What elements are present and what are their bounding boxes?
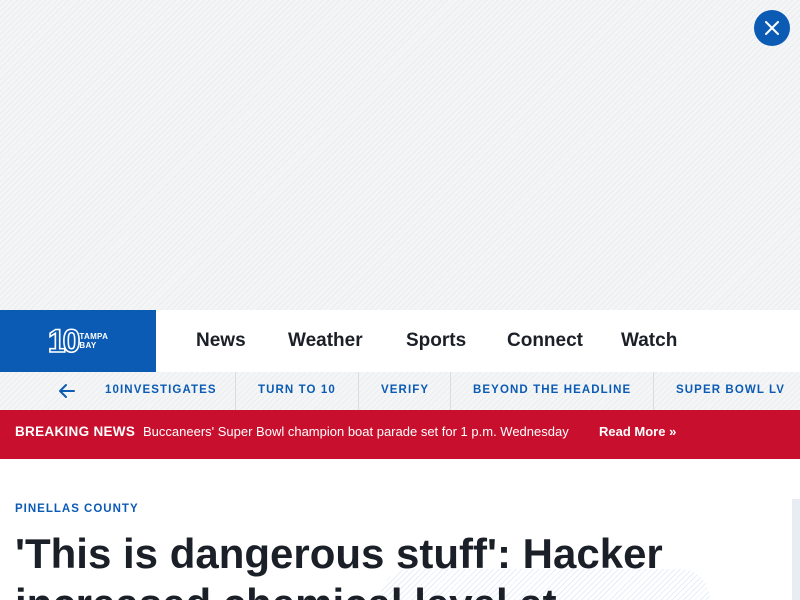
article-headline: 'This is dangerous stuff': Hacker increa… xyxy=(15,530,663,600)
site-header: 10 TAMPA BAY News Weather Sports Connect… xyxy=(0,310,800,373)
subnav-divider xyxy=(653,372,654,410)
article-area: PINELLAS COUNTY 'This is dangerous stuff… xyxy=(0,459,800,600)
breaking-news-banner[interactable]: BREAKING NEWS Buccaneers' Super Bowl cha… xyxy=(0,410,800,459)
breaking-news-text[interactable]: Buccaneers' Super Bowl champion boat par… xyxy=(143,410,569,454)
read-more-link[interactable]: Read More » xyxy=(599,410,676,454)
station-logo[interactable]: 10 TAMPA BAY xyxy=(0,310,156,372)
nav-watch[interactable]: Watch xyxy=(621,310,677,372)
subnav-beyond-the-headline[interactable]: BEYOND THE HEADLINE xyxy=(473,372,631,410)
subnav-verify[interactable]: VERIFY xyxy=(381,372,429,410)
nav-weather[interactable]: Weather xyxy=(288,310,363,372)
logo-number: 10 xyxy=(47,323,81,359)
background-graphic-edge xyxy=(792,499,800,600)
logo-line-2: BAY xyxy=(79,341,97,350)
article-category[interactable]: PINELLAS COUNTY xyxy=(15,503,139,515)
subnav-divider xyxy=(450,372,451,410)
subnav-super-bowl-lv[interactable]: SUPER BOWL LV xyxy=(676,372,785,410)
subnav-10investigates[interactable]: 10INVESTIGATES xyxy=(105,372,217,410)
subnav-divider xyxy=(235,372,236,410)
close-icon xyxy=(765,21,779,35)
nav-news[interactable]: News xyxy=(196,310,246,372)
logo-line-1: TAMPA xyxy=(79,332,109,341)
logo-wordmark: TAMPA BAY xyxy=(79,332,108,350)
breaking-news-label: BREAKING NEWS xyxy=(15,424,136,439)
subnav-divider xyxy=(358,372,359,410)
secondary-nav: 10INVESTIGATES TURN TO 10 VERIFY BEYOND … xyxy=(0,372,800,410)
subnav-turn-to-10[interactable]: TURN TO 10 xyxy=(258,372,336,410)
advertisement-area xyxy=(0,0,800,310)
nav-sports[interactable]: Sports xyxy=(406,310,466,372)
arrow-left-icon[interactable] xyxy=(58,383,76,399)
close-ad-button[interactable] xyxy=(754,10,790,46)
nav-connect[interactable]: Connect xyxy=(507,310,583,372)
